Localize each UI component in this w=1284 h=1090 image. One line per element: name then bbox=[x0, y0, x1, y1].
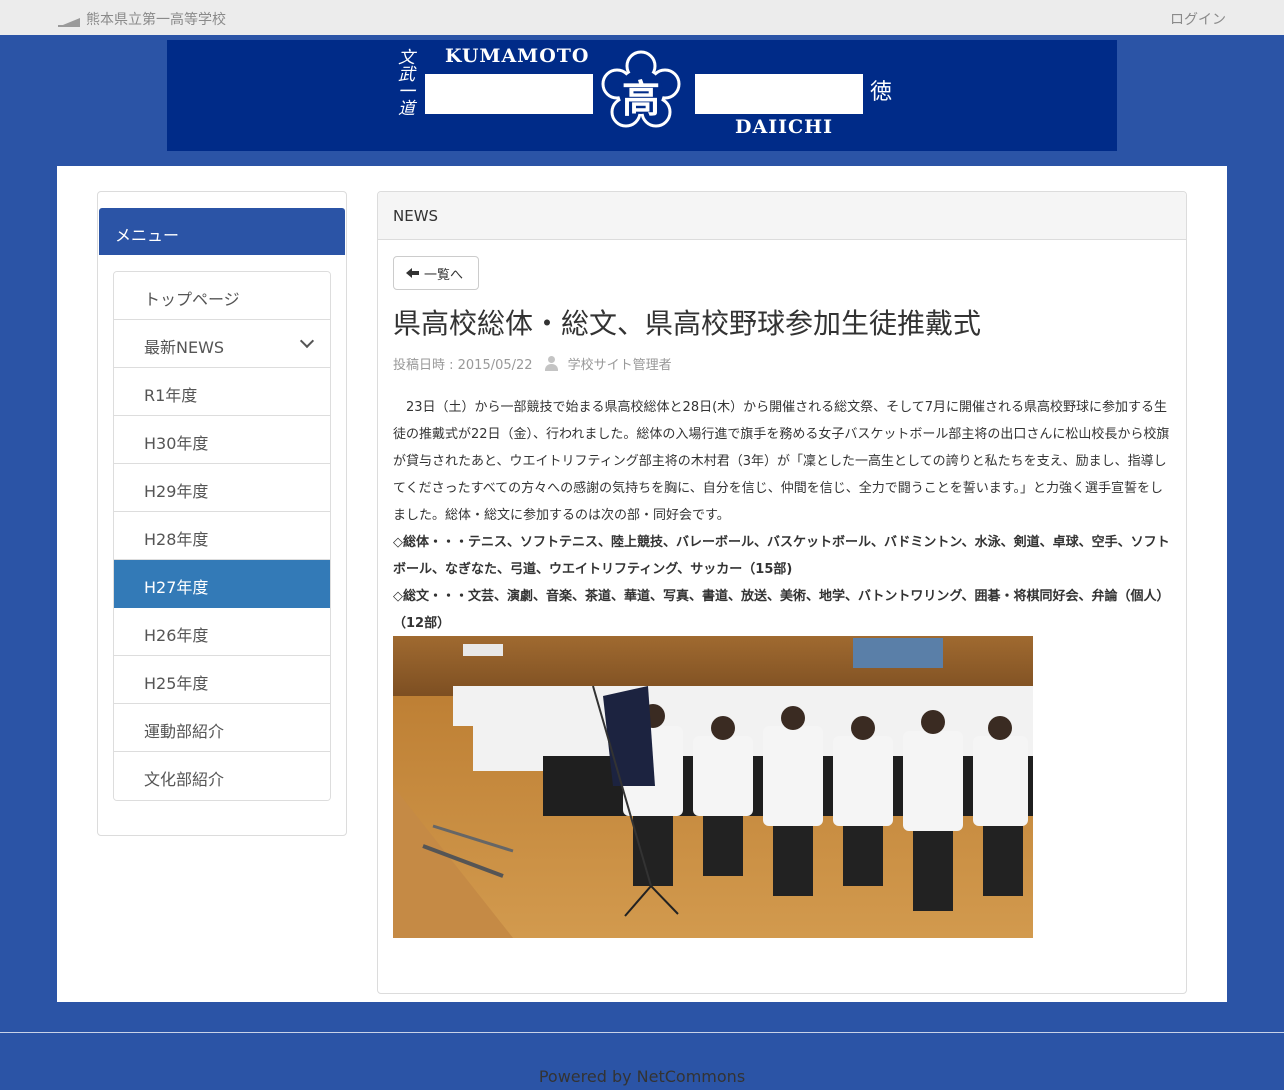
sidebar-item-h30[interactable]: H30年度 bbox=[114, 416, 330, 464]
banner-text-bottom: DAIICHI bbox=[735, 116, 833, 138]
main-container: メニュー トップページ 最新NEWS R1年度 H30年度 H29年度 H28年… bbox=[57, 166, 1227, 1002]
sidebar-item-h25[interactable]: H25年度 bbox=[114, 656, 330, 704]
article-body: 23日（土）から一部競技で始まる県高校総体と28日(木）から開催される総文祭、そ… bbox=[393, 394, 1171, 637]
ceremony-photo bbox=[393, 636, 1033, 938]
news-panel: NEWS 一覧へ 県高校総体・総文、県高校野球参加生徒推戴式 投稿日時 : 20… bbox=[377, 191, 1187, 994]
sidebar-item-sports-clubs[interactable]: 運動部紹介 bbox=[114, 704, 330, 752]
arrow-left-icon bbox=[406, 268, 419, 278]
banner-box-left bbox=[425, 74, 593, 114]
school-banner[interactable]: 文武一道 KUMAMOTO 高 DAIICHI 徳 bbox=[167, 40, 1117, 151]
banner-motto: 文武一道 bbox=[394, 48, 414, 116]
powered-by-link[interactable]: Powered by NetCommons bbox=[539, 1067, 745, 1086]
sidebar-item-culture-clubs[interactable]: 文化部紹介 bbox=[114, 752, 330, 800]
sidebar-heading: メニュー bbox=[99, 208, 345, 255]
sidebar-item-latest-news[interactable]: 最新NEWS bbox=[114, 320, 330, 368]
posted-date: 投稿日時 : 2015/05/22 bbox=[393, 358, 533, 373]
powered-by: Powered by NetCommons bbox=[0, 1067, 1284, 1086]
banner-box-right bbox=[695, 74, 863, 114]
chevron-down-icon bbox=[299, 333, 315, 349]
banner-motto-right: 徳 bbox=[870, 80, 893, 105]
banner-text-top: KUMAMOTO bbox=[445, 45, 590, 67]
sidebar-item-h29[interactable]: H29年度 bbox=[114, 464, 330, 512]
culture-club-list: ◇総文・・・文芸、演劇、音楽、茶道、華道、写真、書道、放送、美術、地学、バトント… bbox=[393, 589, 1170, 631]
sidebar-menu: トップページ 最新NEWS R1年度 H30年度 H29年度 H28年度 H27… bbox=[113, 271, 331, 801]
sidebar-item-top[interactable]: トップページ bbox=[114, 272, 330, 320]
emblem-character: 高 bbox=[621, 76, 660, 121]
site-home-link[interactable]: 熊本県立第一高等学校 bbox=[58, 9, 226, 29]
footer-divider bbox=[0, 1032, 1284, 1033]
login-link[interactable]: ログイン bbox=[1170, 9, 1226, 29]
sidebar-item-r1[interactable]: R1年度 bbox=[114, 368, 330, 416]
back-button-label: 一覧へ bbox=[424, 267, 464, 283]
sidebar-item-h26[interactable]: H26年度 bbox=[114, 608, 330, 656]
article-meta: 投稿日時 : 2015/05/22 学校サイト管理者 bbox=[393, 354, 672, 373]
site-title: 熊本県立第一高等学校 bbox=[86, 12, 226, 28]
user-icon bbox=[543, 355, 560, 372]
article-paragraph: 23日（土）から一部競技で始まる県高校総体と28日(木）から開催される総文祭、そ… bbox=[393, 400, 1170, 523]
sidebar-item-label: 最新NEWS bbox=[144, 338, 225, 357]
article-title: 県高校総体・総文、県高校野球参加生徒推戴式 bbox=[393, 307, 982, 340]
sidebar-item-h27[interactable]: H27年度 bbox=[114, 560, 330, 608]
sidebar-item-h28[interactable]: H28年度 bbox=[114, 512, 330, 560]
sports-club-list: ◇総体・・・テニス、ソフトテニス、陸上競技、バレーボール、バスケットボール、バド… bbox=[393, 535, 1170, 577]
back-to-list-button[interactable]: 一覧へ bbox=[393, 256, 479, 290]
sidebar-panel: メニュー トップページ 最新NEWS R1年度 H30年度 H29年度 H28年… bbox=[97, 191, 347, 836]
panel-title: NEWS bbox=[378, 192, 1186, 240]
home-icon bbox=[58, 11, 80, 27]
top-bar: 熊本県立第一高等学校 ログイン bbox=[0, 0, 1284, 35]
author-name[interactable]: 学校サイト管理者 bbox=[568, 354, 672, 373]
